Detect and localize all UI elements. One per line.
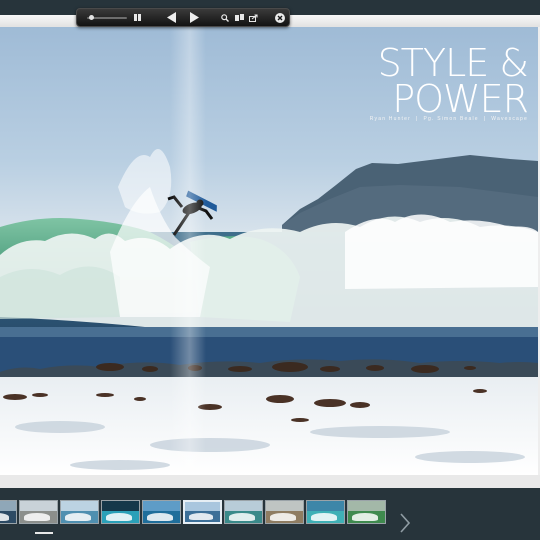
zoom-slider[interactable]	[77, 9, 133, 26]
thumbnail-foam	[351, 513, 378, 521]
thumbnail-foam	[310, 513, 337, 521]
credit-separator: |	[416, 116, 419, 122]
page-thumbnail[interactable]	[0, 500, 17, 524]
search-icon[interactable]	[219, 9, 231, 26]
thumbnail-foam	[0, 513, 9, 521]
page-thumbnail[interactable]	[19, 500, 58, 524]
credit-publication: Wavescape	[491, 116, 528, 122]
page-thumbnail-strip	[0, 488, 540, 540]
thumbnail-foam	[146, 513, 173, 521]
article-headline: STYLE & POWER	[377, 41, 529, 121]
view-mode-icon[interactable]	[131, 9, 145, 26]
zoom-knob[interactable]	[89, 15, 94, 20]
thumbnail-foam	[64, 513, 91, 521]
thumbnail-foam	[188, 513, 213, 520]
close-icon[interactable]	[273, 9, 287, 26]
thumbnail-foam	[228, 513, 255, 521]
current-page-indicator	[35, 532, 53, 534]
reader-toolbar	[76, 8, 290, 27]
thumbnail-foam	[23, 513, 50, 521]
thumbnail-foam	[269, 513, 296, 521]
page-thumbnail[interactable]	[142, 500, 181, 524]
pages-icon[interactable]	[233, 9, 245, 26]
magazine-spread[interactable]: STYLE & POWER Ryan Hunter | Pg. Simon Beal…	[0, 15, 540, 488]
thumbnail-foam	[105, 513, 132, 521]
credit-photo: Pg. Simon Beale	[423, 116, 479, 122]
share-icon[interactable]	[247, 9, 259, 26]
page-spine-highlight	[170, 27, 206, 475]
zoom-track[interactable]	[87, 15, 127, 20]
page-thumbnail[interactable]	[347, 500, 386, 524]
previous-page-icon[interactable]	[165, 9, 179, 26]
surf-photo: STYLE & POWER Ryan Hunter | Pg. Simon Beal…	[0, 27, 538, 475]
page-thumbnail[interactable]	[265, 500, 304, 524]
next-page-icon[interactable]	[187, 9, 201, 26]
page-thumbnail[interactable]	[101, 500, 140, 524]
headline-line-2: POWER	[392, 77, 529, 121]
credit-separator: |	[483, 116, 487, 122]
page-thumbnail[interactable]	[224, 500, 263, 524]
page-thumbnail[interactable]	[183, 500, 222, 524]
credit-rider: Ryan Hunter	[369, 116, 411, 122]
page-bottom-edge	[0, 475, 540, 488]
next-thumbnails-icon[interactable]	[398, 512, 412, 534]
page-thumbnail[interactable]	[306, 500, 345, 524]
page-thumbnail[interactable]	[60, 500, 99, 524]
photo-credits: Ryan Hunter | Pg. Simon Beale | Wavescape	[370, 116, 528, 122]
headline-line-1: STYLE &	[377, 41, 529, 85]
